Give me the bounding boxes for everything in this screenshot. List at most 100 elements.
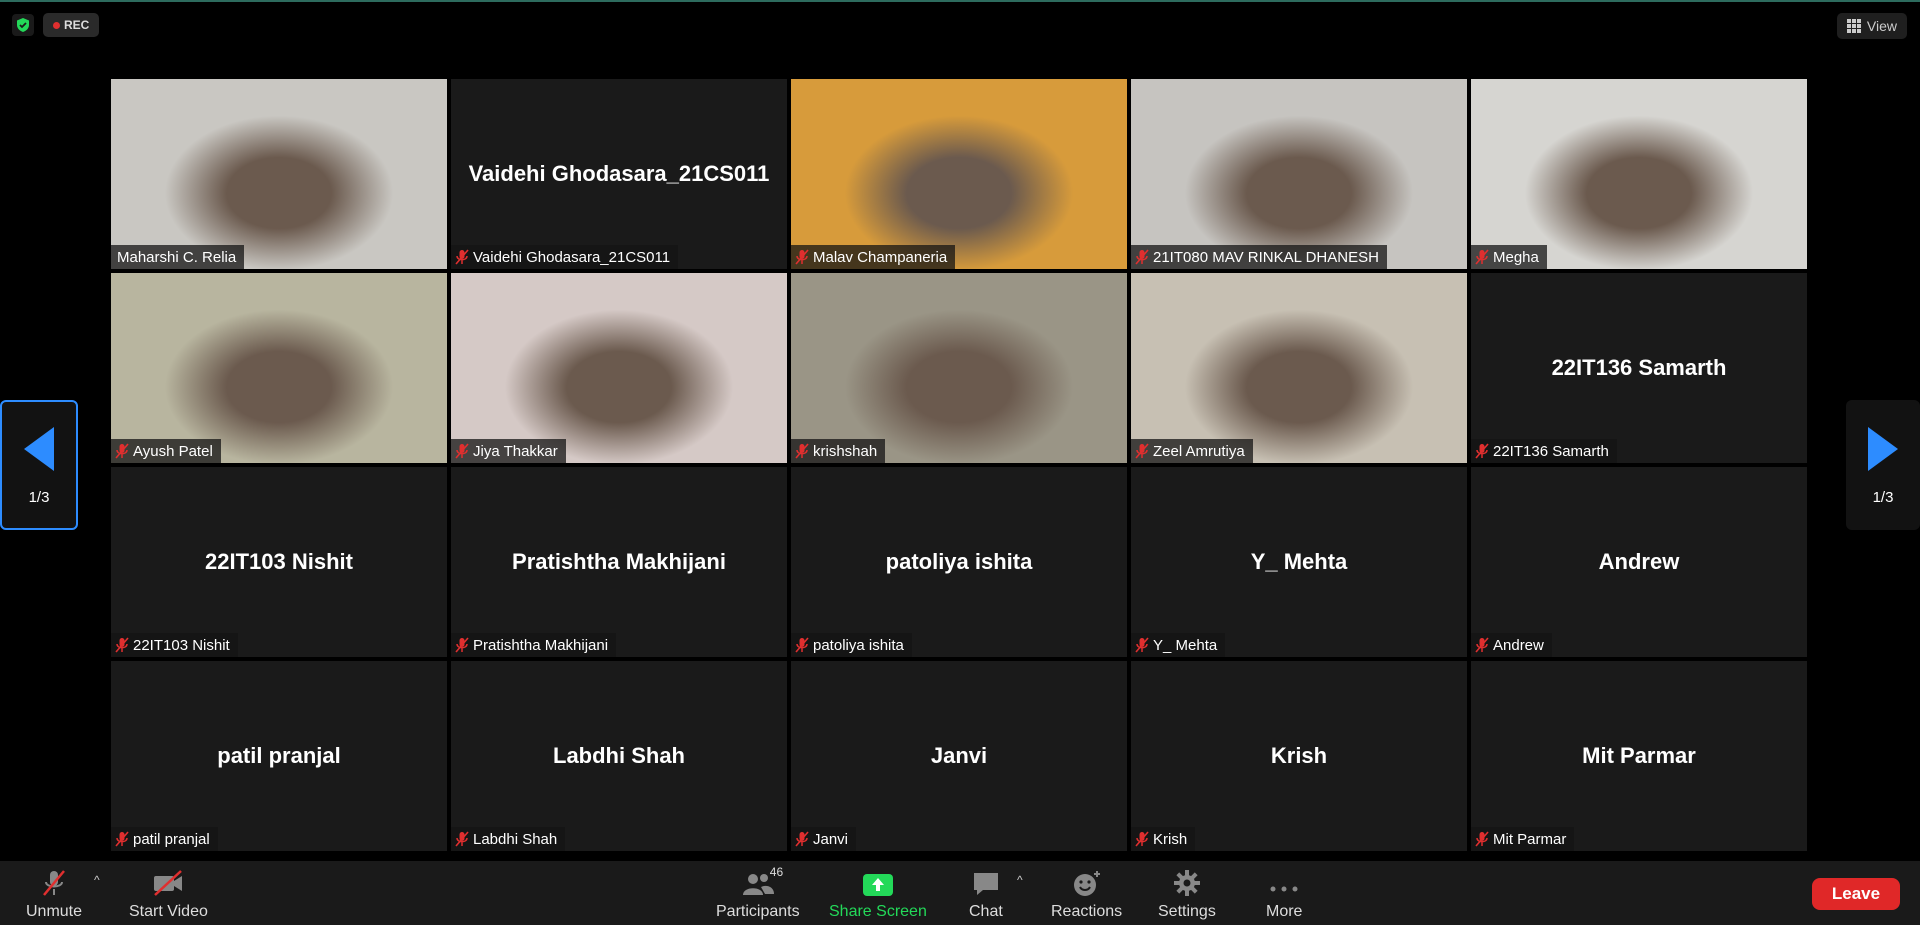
participant-display-name: Vaidehi Ghodasara_21CS011	[468, 161, 770, 186]
participant-tile[interactable]: Megha	[1471, 79, 1807, 269]
participant-video-feed	[111, 273, 447, 463]
participant-display-name: Andrew	[1598, 549, 1680, 574]
participant-name-label: Malav Champaneria	[791, 245, 956, 269]
participant-tile[interactable]: Labdhi Shah Labdhi Shah	[451, 661, 787, 851]
muted-mic-icon	[795, 831, 809, 847]
participant-name-text: Jiya Thakkar	[473, 442, 558, 460]
participant-video-feed	[791, 79, 1127, 269]
participant-name-label: Labdhi Shah	[451, 827, 566, 851]
share-screen-label: Share Screen	[829, 903, 927, 920]
participant-tile[interactable]: Andrew Andrew	[1471, 467, 1807, 657]
participant-video-feed	[451, 273, 787, 463]
chat-button[interactable]: Chat	[969, 869, 1003, 921]
muted-mic-icon	[1475, 249, 1489, 265]
participant-name-label: Janvi	[791, 827, 857, 851]
participant-tile[interactable]: Pratishtha Makhijani Pratishtha Makhijani	[451, 467, 787, 657]
participant-tile[interactable]: Jiya Thakkar	[451, 273, 787, 463]
participant-name-label: Y_ Mehta	[1131, 633, 1226, 657]
participant-display-name: Janvi	[930, 743, 988, 768]
gear-icon	[1173, 870, 1200, 896]
participant-name-text: patil pranjal	[133, 830, 210, 848]
participant-name-text: krishshah	[813, 442, 878, 460]
reactions-smiley-icon	[1073, 871, 1100, 896]
muted-mic-icon	[1475, 443, 1489, 459]
previous-page-button[interactable]: 1/3	[0, 400, 78, 530]
participant-tile[interactable]: 22IT103 Nishit 22IT103 Nishit	[111, 467, 447, 657]
security-shield-icon[interactable]	[12, 14, 34, 36]
arrow-left-icon	[24, 426, 54, 471]
participant-tile[interactable]: Vaidehi Ghodasara_21CS011 Vaidehi Ghodasa…	[451, 79, 787, 269]
participant-tile[interactable]: Maharshi C. Relia	[111, 79, 447, 269]
participant-name-text: Krish	[1153, 830, 1188, 848]
participant-name-text: Ayush Patel	[133, 442, 213, 460]
participant-name-label: Megha	[1471, 245, 1547, 269]
participant-tile[interactable]: patoliya ishita patoliya ishita	[791, 467, 1127, 657]
participant-name-text: Labdhi Shah	[473, 830, 558, 848]
participant-name-text: Malav Champaneria	[813, 248, 948, 266]
muted-mic-icon	[1135, 249, 1149, 265]
participant-display-name: Y_ Mehta	[1250, 549, 1348, 574]
participant-name-label: patil pranjal	[111, 827, 218, 851]
participant-name-label: 21IT080 MAV RINKAL DHANESH	[1131, 245, 1387, 269]
participant-tile[interactable]: Zeel Amrutiya	[1131, 273, 1467, 463]
recording-indicator[interactable]: REC	[43, 13, 100, 37]
reactions-button[interactable]: Reactions	[1051, 869, 1122, 921]
view-button[interactable]: View	[1836, 13, 1907, 39]
share-screen-icon	[862, 874, 893, 896]
chat-options-chevron-icon[interactable]: ^	[1017, 873, 1023, 887]
participant-tile[interactable]: Janvi Janvi	[791, 661, 1127, 851]
participant-tile[interactable]: Ayush Patel	[111, 273, 447, 463]
participant-tile[interactable]: krishshah	[791, 273, 1127, 463]
participant-video-feed	[111, 79, 447, 269]
top-bar: REC View	[0, 0, 1920, 50]
participant-tile[interactable]: Y_ Mehta Y_ Mehta	[1131, 467, 1467, 657]
participant-name-text: Mit Parmar	[1493, 830, 1567, 848]
settings-button[interactable]: Settings	[1158, 869, 1216, 921]
participant-tile[interactable]: patil pranjal patil pranjal	[111, 661, 447, 851]
participant-tile[interactable]: Krish Krish	[1131, 661, 1467, 851]
muted-mic-icon	[455, 637, 469, 653]
view-label: View	[1866, 18, 1897, 34]
unmute-label: Unmute	[26, 903, 83, 920]
muted-mic-icon	[795, 443, 809, 459]
participant-name-text: Andrew	[1493, 636, 1544, 654]
participant-name-label: Vaidehi Ghodasara_21CS011	[451, 245, 679, 269]
muted-mic-icon	[1475, 637, 1489, 653]
muted-mic-icon	[43, 870, 65, 896]
participant-video-feed	[791, 273, 1127, 463]
participant-name-text: Janvi	[813, 830, 849, 848]
start-video-button[interactable]: Start Video	[129, 869, 208, 921]
reactions-label: Reactions	[1051, 903, 1123, 920]
record-dot-icon	[53, 21, 60, 29]
participant-video-feed	[1471, 79, 1807, 269]
more-button[interactable]: More	[1266, 869, 1302, 921]
participant-name-text: patoliya ishita	[813, 636, 904, 654]
muted-mic-icon	[455, 249, 469, 265]
muted-mic-icon	[1135, 637, 1149, 653]
participants-button[interactable]: 46 Participants	[716, 865, 800, 921]
more-label: More	[1266, 903, 1303, 920]
meeting-toolbar: Unmute ^ Start Video 46 Participants Sha…	[0, 861, 1920, 925]
participant-name-label: krishshah	[791, 439, 886, 463]
start-video-label: Start Video	[129, 903, 208, 920]
grid-view-icon	[1846, 19, 1861, 33]
participant-tile[interactable]: Mit Parmar Mit Parmar	[1471, 661, 1807, 851]
participant-name-label: Jiya Thakkar	[451, 439, 566, 463]
participant-name-text: Zeel Amrutiya	[1153, 442, 1245, 460]
muted-mic-icon	[455, 443, 469, 459]
unmute-button[interactable]: Unmute	[26, 869, 82, 921]
muted-mic-icon	[115, 637, 129, 653]
page-indicator-left: 1/3	[28, 488, 50, 506]
leave-button[interactable]: Leave	[1812, 878, 1900, 910]
participant-tile[interactable]: 21IT080 MAV RINKAL DHANESH	[1131, 79, 1467, 269]
muted-mic-icon	[795, 637, 809, 653]
muted-mic-icon	[1135, 443, 1149, 459]
participant-tile[interactable]: Malav Champaneria	[791, 79, 1127, 269]
participant-tile[interactable]: 22IT136 Samarth 22IT136 Samarth	[1471, 273, 1807, 463]
audio-options-chevron-icon[interactable]: ^	[94, 873, 100, 887]
next-page-button[interactable]: 1/3	[1846, 400, 1920, 530]
participant-video-feed	[1131, 273, 1467, 463]
participant-name-text: Megha	[1493, 248, 1539, 266]
participant-name-text: Vaidehi Ghodasara_21CS011	[473, 248, 671, 266]
share-screen-button[interactable]: Share Screen	[829, 869, 927, 921]
